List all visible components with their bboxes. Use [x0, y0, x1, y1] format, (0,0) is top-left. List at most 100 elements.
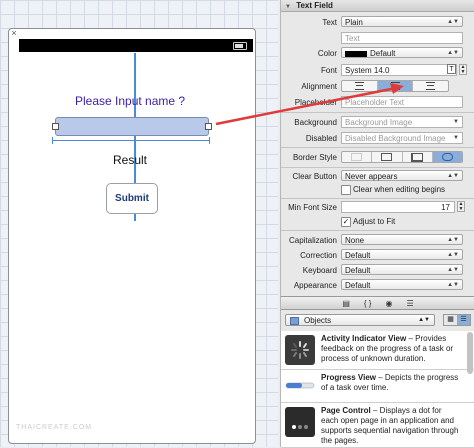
- text-value-row: Text: [281, 32, 474, 45]
- divider: [281, 112, 474, 113]
- page-dots-icon: [292, 425, 308, 429]
- library-view-toggle[interactable]: ▦ ☰: [443, 314, 471, 326]
- library-item-title: Activity Indicator View: [321, 334, 407, 343]
- library-item-title: Page Control: [321, 406, 371, 415]
- border-rounded-button[interactable]: [432, 152, 462, 162]
- color-value: Default: [370, 49, 396, 58]
- library-item-title: Progress View: [321, 373, 376, 382]
- progress-bar-icon: [285, 382, 315, 389]
- clear-editing-checkbox[interactable]: [341, 185, 351, 195]
- font-size-stepper[interactable]: ▲ ▼: [459, 64, 467, 75]
- chevron-updown-icon: ▲▼: [447, 19, 459, 25]
- clear-button-select[interactable]: Never appears ▲▼: [341, 170, 463, 181]
- align-center-icon: [390, 82, 400, 90]
- keyboard-label: Keyboard: [302, 266, 337, 275]
- clear-button-row: Clear Button Never appears ▲▼: [281, 170, 474, 183]
- chevron-updown-icon: ▲▼: [447, 267, 459, 273]
- library-filter-value: Objects: [304, 316, 332, 325]
- background-image-select[interactable]: Background Image ▼: [341, 116, 463, 128]
- text-type-select[interactable]: Plain ▲▼: [341, 16, 463, 27]
- border-style-segmented-control[interactable]: [341, 151, 463, 163]
- status-bar: [19, 39, 253, 52]
- cube-icon[interactable]: ◉: [385, 299, 392, 308]
- page-control-icon: [285, 407, 315, 437]
- align-center-button[interactable]: [377, 81, 414, 91]
- divider: [281, 167, 474, 168]
- library-item-progress-view[interactable]: Progress View – Depicts the progress of …: [281, 370, 474, 403]
- keyboard-select[interactable]: Default ▲▼: [341, 264, 463, 275]
- appearance-select[interactable]: Default ▲▼: [341, 279, 463, 290]
- min-font-stepper[interactable]: ▲ ▼: [457, 201, 465, 212]
- section-title: Text Field: [296, 1, 333, 10]
- border-bezel-button[interactable]: [403, 152, 433, 162]
- storyboard-canvas[interactable]: × Please Input name ? Result Submit THAI…: [0, 0, 278, 447]
- chevron-down-icon: ▼: [453, 135, 459, 141]
- font-row: Font System 14.0 T ▲ ▼: [281, 64, 474, 77]
- prompt-label[interactable]: Please Input name ?: [75, 94, 185, 108]
- align-left-button[interactable]: [342, 81, 378, 91]
- color-select[interactable]: Default ▲▼: [341, 47, 463, 58]
- appearance-row: Appearance Default ▲▼: [281, 279, 474, 292]
- placeholder-value: Placeholder Text: [345, 98, 404, 107]
- min-font-input[interactable]: 17: [341, 201, 455, 213]
- alignment-label: Alignment: [301, 82, 337, 91]
- text-field-input[interactable]: Text: [341, 32, 463, 44]
- activity-indicator-icon: [285, 335, 315, 365]
- placeholder-input[interactable]: Placeholder Text: [341, 96, 463, 108]
- progress-view-icon: [285, 374, 315, 398]
- border-line-button[interactable]: [372, 152, 403, 162]
- library-filter-select[interactable]: Objects ▲▼: [285, 314, 435, 326]
- grid-view-icon[interactable]: ▦: [444, 315, 457, 325]
- border-style-row: Border Style: [281, 151, 474, 164]
- adjust-row: ✓ Adjust to Fit: [281, 216, 474, 229]
- align-right-button[interactable]: [413, 81, 448, 91]
- disabled-row: Disabled Disabled Background Image ▼: [281, 132, 474, 145]
- color-row: Color Default ▲▼: [281, 47, 474, 60]
- disabled-image-select[interactable]: Disabled Background Image ▼: [341, 132, 463, 144]
- keyboard-row: Keyboard Default ▲▼: [281, 264, 474, 277]
- chevron-updown-icon: ▲▼: [447, 50, 459, 56]
- correction-value: Default: [345, 251, 371, 260]
- section-header[interactable]: ▼ Text Field: [281, 0, 474, 12]
- library-item-activity-indicator[interactable]: Activity Indicator View – Provides feedb…: [281, 331, 474, 370]
- correction-label: Correction: [300, 251, 337, 260]
- capitalization-select[interactable]: None ▲▼: [341, 234, 463, 245]
- close-icon[interactable]: ×: [9, 29, 19, 39]
- library-scrollbar[interactable]: [467, 332, 473, 374]
- font-picker-button[interactable]: T: [447, 64, 456, 74]
- font-field[interactable]: System 14.0: [341, 64, 457, 76]
- chevron-updown-icon: ▲▼: [447, 237, 459, 243]
- library-item-text: Progress View – Depicts the progress of …: [321, 373, 461, 393]
- correction-select[interactable]: Default ▲▼: [341, 249, 463, 260]
- disclosure-triangle-icon[interactable]: ▼: [285, 4, 291, 10]
- alignment-segmented-control[interactable]: [341, 80, 449, 92]
- min-font-label: Min Font Size: [288, 203, 337, 212]
- list-view-icon[interactable]: ☰: [457, 315, 470, 325]
- chevron-updown-icon: ▲▼: [447, 252, 459, 258]
- watermark: THAICREATE.COM: [16, 424, 93, 431]
- border-none-button[interactable]: [342, 152, 373, 162]
- library-item-page-control[interactable]: Page Control – Displays a dot for each o…: [281, 403, 474, 448]
- color-swatch: [345, 50, 367, 57]
- objects-cube-icon: [290, 317, 299, 325]
- braces-icon[interactable]: { }: [364, 299, 372, 308]
- divider: [281, 147, 474, 148]
- border-bezel-icon: [411, 152, 424, 162]
- iphone-view[interactable]: × Please Input name ? Result Submit: [8, 28, 256, 444]
- appearance-label: Appearance: [293, 281, 337, 290]
- min-font-value: 17: [441, 203, 450, 212]
- chevron-updown-icon: ▲▼: [447, 173, 459, 179]
- name-text-field[interactable]: [52, 117, 212, 136]
- result-label[interactable]: Result: [113, 153, 147, 167]
- align-right-icon: [426, 82, 436, 90]
- resize-handle-right[interactable]: [205, 123, 212, 130]
- library-item-text: Activity Indicator View – Provides feedb…: [321, 334, 461, 364]
- list-icon[interactable]: ☰: [406, 299, 413, 308]
- resize-handle-left[interactable]: [52, 123, 59, 130]
- document-icon[interactable]: ▤: [342, 299, 350, 308]
- submit-button[interactable]: Submit: [106, 183, 158, 214]
- alignment-row: Alignment: [281, 80, 474, 93]
- attributes-inspector: ▼ Text Field Text Plain ▲▼ Text Color De…: [280, 0, 474, 448]
- adjust-to-fit-checkbox[interactable]: ✓: [341, 217, 351, 227]
- border-none-icon: [351, 153, 363, 161]
